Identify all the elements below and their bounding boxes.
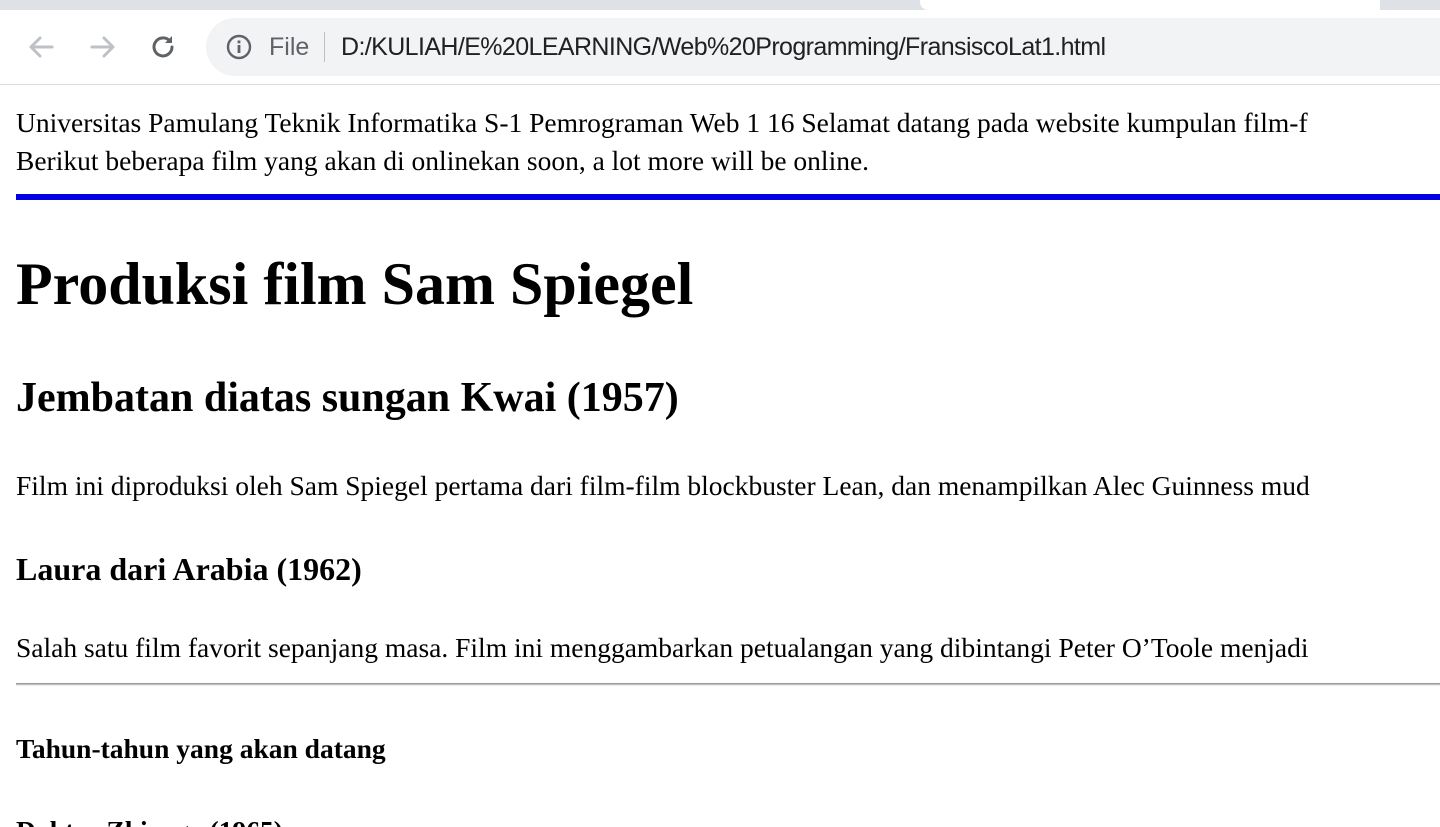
reload-icon	[152, 36, 174, 58]
omnibox-divider	[324, 32, 325, 62]
film-2-title: Laura dari Arabia (1962)	[16, 551, 362, 587]
back-arrow-icon	[29, 36, 54, 58]
intro-line-1: Universitas Pamulang Teknik Informatika …	[16, 107, 1308, 138]
url-text[interactable]: D:/KULIAH/E%20LEARNING/Web%20Programming…	[341, 32, 1106, 62]
info-icon[interactable]	[226, 34, 252, 60]
forward-arrow-icon	[90, 36, 115, 58]
page-title: Produksi film Sam Spiegel	[16, 251, 694, 317]
film-1-title: Jembatan diatas sungan Kwai (1957)	[16, 375, 679, 421]
active-tab[interactable]	[920, 0, 1380, 10]
blue-divider	[16, 194, 1440, 200]
film-1-description: Film ini diproduksi oleh Sam Spiegel per…	[16, 470, 1310, 501]
horizontal-rule	[16, 683, 1440, 686]
intro-line-2: Berikut beberapa film yang akan di onlin…	[16, 145, 870, 176]
upcoming-heading: Tahun-tahun yang akan datang	[16, 733, 386, 764]
back-button[interactable]	[24, 30, 58, 64]
browser-toolbar: File D:/KULIAH/E%20LEARNING/Web%20Progra…	[0, 10, 1440, 85]
intro-text: Universitas Pamulang Teknik Informatika …	[16, 104, 1440, 180]
reload-button[interactable]	[146, 30, 180, 64]
next-film-heading: Doktor Zhivago (1965)	[16, 813, 283, 827]
address-bar[interactable]: File D:/KULIAH/E%20LEARNING/Web%20Progra…	[206, 18, 1440, 76]
forward-button[interactable]	[86, 30, 120, 64]
page-content: Universitas Pamulang Teknik Informatika …	[0, 86, 1440, 827]
file-scheme-label[interactable]: File	[269, 32, 309, 62]
new-tab-area[interactable]	[1380, 0, 1440, 10]
tab-strip	[0, 0, 1440, 10]
film-2-description: Salah satu film favorit sepanjang masa. …	[16, 632, 1309, 663]
